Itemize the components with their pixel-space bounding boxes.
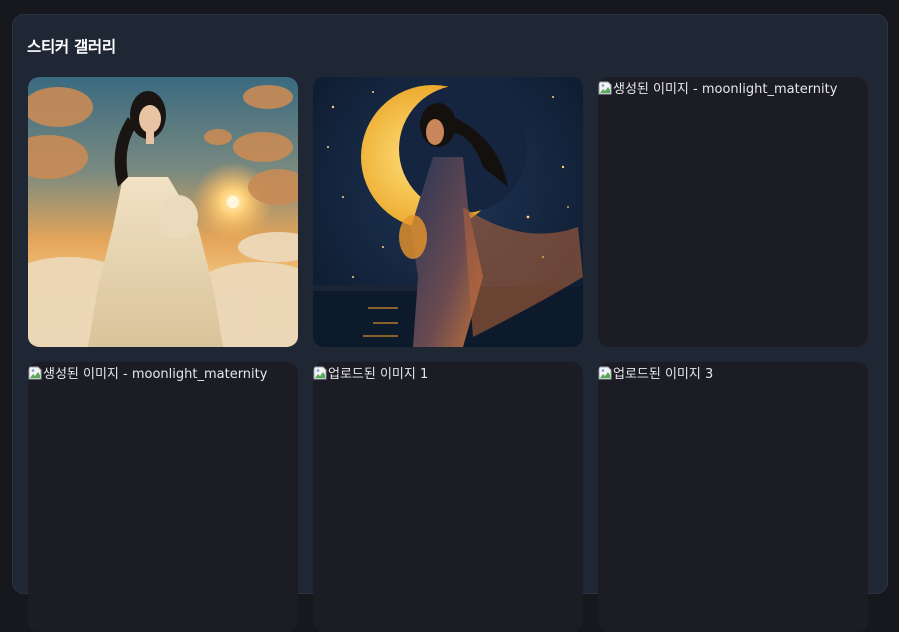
broken-image-icon (313, 365, 327, 381)
broken-image-alt: 업로드된 이미지 3 (613, 367, 714, 382)
gallery-title: 스티커 갤러리 (27, 38, 116, 56)
gallery-item-3[interactable]: 생성된 이미지 - moonlight_maternity (598, 77, 868, 347)
broken-image-icon (28, 365, 42, 381)
sunset-maternity-image (28, 77, 298, 347)
broken-image: 업로드된 이미지 1 (313, 363, 428, 382)
gallery-item-4[interactable]: 생성된 이미지 - moonlight_maternity (28, 362, 298, 632)
moon-maternity-image (313, 77, 583, 347)
broken-image-alt: 업로드된 이미지 1 (328, 367, 429, 382)
gallery-item-1[interactable] (28, 77, 298, 347)
sticker-gallery-panel: 스티커 갤러리 생성된 이미지 - moonlight_maternity 생성… (12, 14, 888, 632)
gallery-item-6[interactable]: 업로드된 이미지 3 (598, 362, 868, 632)
broken-image: 업로드된 이미지 3 (598, 363, 713, 382)
broken-image-icon (598, 365, 612, 381)
broken-image-alt: 생성된 이미지 - moonlight_maternity (43, 367, 268, 382)
gallery-item-2[interactable] (313, 77, 583, 347)
broken-image-alt: 생성된 이미지 - moonlight_maternity (613, 82, 838, 97)
broken-image: 생성된 이미지 - moonlight_maternity (28, 363, 267, 382)
broken-image: 생성된 이미지 - moonlight_maternity (598, 78, 837, 97)
broken-image-icon (598, 80, 612, 96)
gallery-item-5[interactable]: 업로드된 이미지 1 (313, 362, 583, 632)
